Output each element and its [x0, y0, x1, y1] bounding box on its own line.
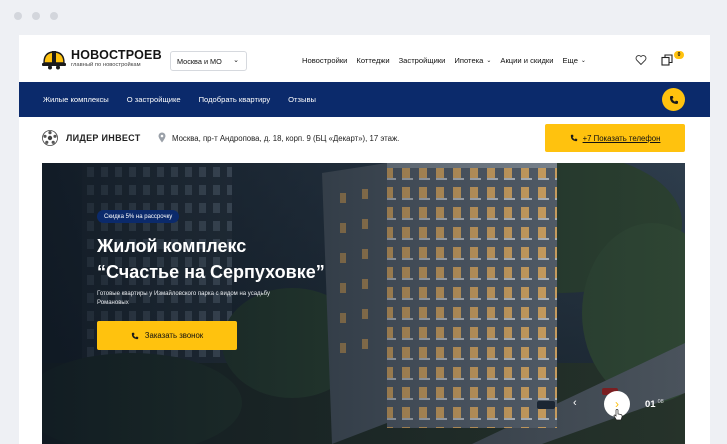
- developer-info: ЛИДЕР ИНВЕСТ Москва, пр-т Андропова, д. …: [19, 117, 710, 159]
- slide-current: 01: [645, 399, 656, 410]
- compare-count-badge: 0: [674, 51, 684, 59]
- phone-icon: [570, 134, 577, 142]
- location-pin-icon: [158, 132, 166, 143]
- browser-window-dots: [14, 12, 58, 20]
- hero-title-line-1: Жилой комплекс: [97, 236, 247, 256]
- window-dot: [32, 12, 40, 20]
- hero-slider: Скидка 5% на рассрочку Жилой комплекс “С…: [42, 163, 685, 444]
- secondary-nav: Жилые комплексы О застройщике Подобрать …: [43, 95, 334, 104]
- chevron-left-icon[interactable]: ‹: [573, 397, 577, 409]
- developer-logo-icon: [42, 130, 58, 146]
- chevron-down-icon: ⌄: [486, 58, 492, 64]
- order-call-button[interactable]: Заказать звонок: [97, 321, 237, 350]
- phone-icon: [131, 332, 138, 339]
- logo-title: НОВОСТРОЕВ: [71, 47, 162, 62]
- hero-description: Готовые квартиры у Измайловского парка с…: [97, 291, 270, 306]
- site-logo[interactable]: НОВОСТРОЕВ главный по новостройкам: [41, 48, 162, 70]
- nav-item-novostroyki[interactable]: Новостройки: [302, 56, 347, 65]
- nav-item-more[interactable]: Еще ⌄: [562, 56, 585, 65]
- nav-item-mortgage[interactable]: Ипотека ⌄: [454, 56, 491, 65]
- site-window: НОВОСТРОЕВ главный по новостройкам Москв…: [19, 35, 710, 444]
- secondary-nav-reviews[interactable]: Отзывы: [288, 95, 316, 104]
- hand-cursor-icon: [613, 409, 623, 421]
- hero-title: Жилой комплекс “Счастье на Серпуховке”: [97, 233, 377, 285]
- nav-item-label: Ипотека: [454, 56, 484, 65]
- developer-name[interactable]: ЛИДЕР ИНВЕСТ: [66, 133, 141, 143]
- city-select[interactable]: Москва и МО ⌄: [170, 51, 247, 71]
- phone-icon: [669, 95, 678, 104]
- main-nav: Новостройки Коттеджи Застройщики Ипотека…: [302, 56, 595, 65]
- nav-item-promotions[interactable]: Акции и скидки: [500, 56, 553, 65]
- order-call-label: Заказать звонок: [144, 331, 204, 340]
- window-dot: [50, 12, 58, 20]
- logo-subtitle: главный по новостройкам: [71, 62, 141, 69]
- nav-item-label: Коттеджи: [356, 56, 390, 65]
- slide-counter: 01 08: [645, 399, 664, 410]
- developer-address: Москва, пр-т Андропова, д. 18, корп. 9 (…: [172, 134, 400, 143]
- compare-icon[interactable]: [661, 54, 674, 66]
- call-button[interactable]: [662, 88, 685, 111]
- city-select-value: Москва и МО: [177, 56, 222, 66]
- secondary-nav-residential[interactable]: Жилые комплексы: [43, 95, 109, 104]
- secondary-nav-find-apartment[interactable]: Подобрать квартиру: [199, 95, 271, 104]
- show-phone-label: +7 Показать телефон: [582, 133, 661, 143]
- nav-item-label: Застройщики: [398, 56, 446, 65]
- secondary-nav-about[interactable]: О застройщике: [127, 95, 181, 104]
- chevron-down-icon: ⌄: [233, 57, 239, 64]
- window-dot: [14, 12, 22, 20]
- header: НОВОСТРОЕВ главный по новостройкам Москв…: [19, 35, 710, 82]
- nav-item-label: Еще: [562, 56, 578, 65]
- secondary-nav-bar: Жилые комплексы О застройщике Подобрать …: [19, 82, 710, 117]
- discount-badge: Скидка 5% на рассрочку: [97, 210, 180, 223]
- nav-item-cottages[interactable]: Коттеджи: [356, 56, 389, 65]
- nav-item-label: Новостройки: [302, 56, 348, 65]
- heart-icon[interactable]: [635, 54, 647, 66]
- helmet-logo-icon: [42, 51, 66, 70]
- show-phone-button[interactable]: +7 Показать телефон: [545, 124, 685, 152]
- slide-total: 08: [657, 399, 664, 405]
- nav-item-developers[interactable]: Застройщики: [399, 56, 446, 65]
- chevron-down-icon: ⌄: [580, 58, 586, 64]
- nav-item-label: Акции и скидки: [500, 56, 554, 65]
- hero-title-line-2: “Счастье на Серпуховке”: [97, 262, 325, 283]
